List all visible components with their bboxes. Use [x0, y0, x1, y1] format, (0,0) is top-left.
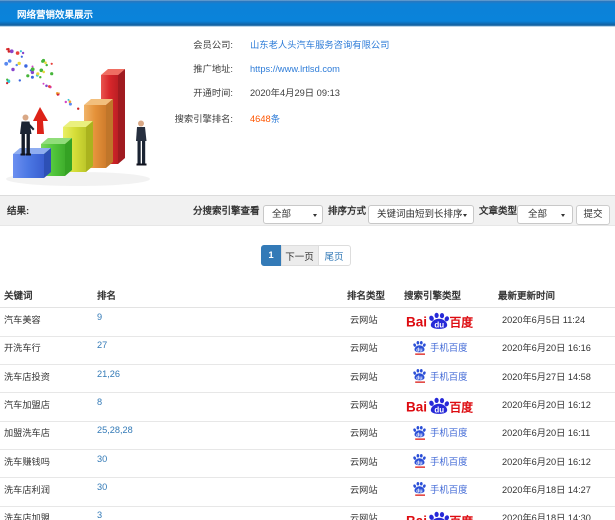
svg-text:du: du [416, 489, 422, 495]
svg-text:du: du [416, 375, 422, 381]
svg-text:百度: 百度 [450, 514, 474, 520]
svg-text:du: du [416, 347, 422, 353]
svg-text:du: du [416, 432, 422, 438]
svg-text:du: du [434, 406, 444, 415]
svg-text:Bai: Bai [406, 315, 427, 330]
svg-text:Bai: Bai [406, 400, 427, 415]
svg-text:百度: 百度 [450, 401, 474, 414]
svg-text:Bai: Bai [406, 513, 427, 520]
svg-text:百度: 百度 [450, 316, 474, 329]
svg-text:du: du [416, 460, 422, 466]
svg-text:du: du [434, 321, 444, 330]
